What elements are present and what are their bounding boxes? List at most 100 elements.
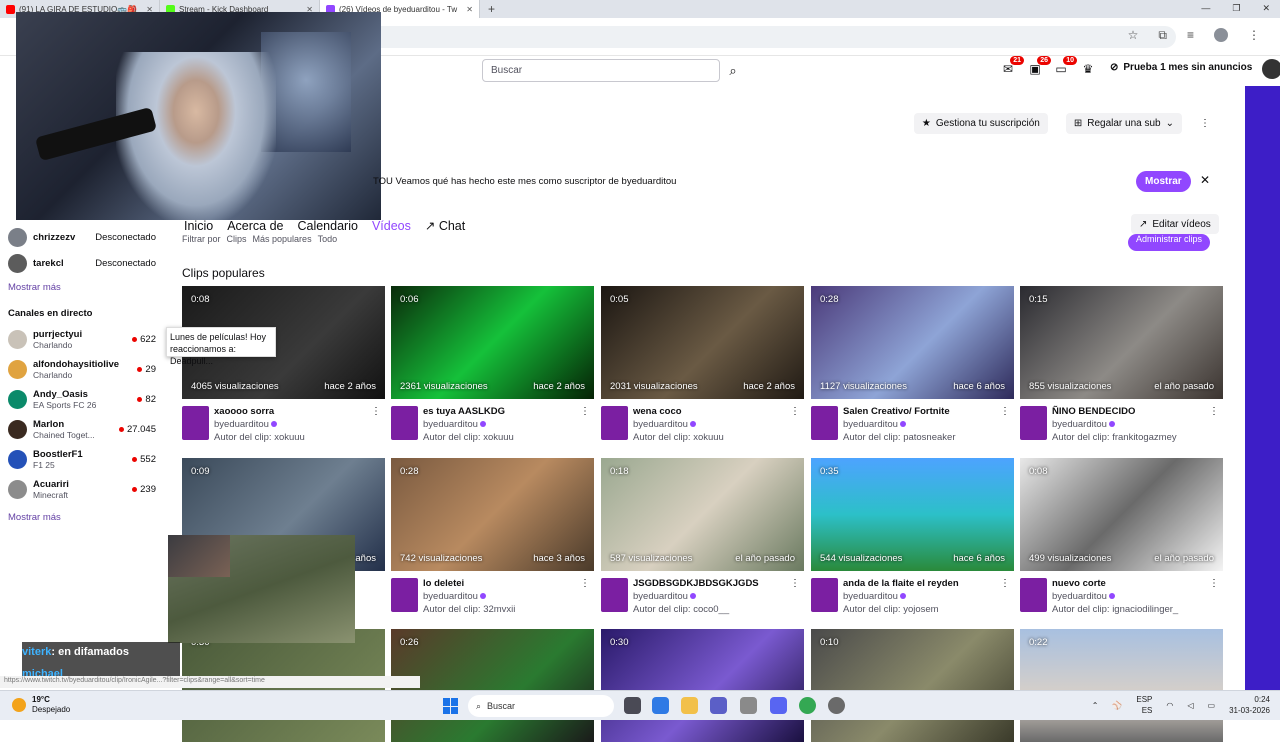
close-icon[interactable]: ✕ [1200,173,1210,187]
clip-card[interactable]: 0:28 1127 visualizaciones hace 6 años Salen… [811,286,1014,452]
tray-chevron-icon[interactable]: ⌃ [1092,701,1099,710]
clip-thumbnail[interactable]: 0:15 855 visualizaciones el año pasado [1020,286,1223,399]
edit-videos-button[interactable]: ↗ Editar vídeos [1131,214,1219,234]
more-options-icon[interactable]: ⋮ [1209,578,1219,589]
sidebar-live-channel[interactable]: purrjectyui Charlando 622 [8,329,156,350]
clip-title[interactable]: Salen Creativo/ Fortnite [843,406,950,417]
channel-avatar[interactable] [811,406,838,440]
clip-thumbnail[interactable]: 0:22 [1020,629,1223,742]
clip-card[interactable]: 0:10 [811,629,1014,742]
media-icon[interactable]: ≡ [1187,28,1194,43]
volume-icon[interactable]: ◁ [1187,701,1193,710]
gift-sub-button[interactable]: ⊞ Regalar una sub ⌄ [1065,113,1182,134]
minimize-icon[interactable]: — [1201,3,1210,14]
clip-thumbnail[interactable]: 0:30 [601,629,804,742]
clip-thumbnail[interactable]: 0:28 742 visualizaciones hace 3 años [391,458,594,571]
clip-channel[interactable]: byeduarditou [214,419,277,430]
more-options-icon[interactable]: ⋮ [1000,578,1010,589]
crown-icon[interactable]: ♛ [1080,62,1096,78]
tab-videos[interactable]: Vídeos [372,219,411,233]
tab-home[interactable]: Inicio [184,219,213,233]
task-view-icon[interactable] [624,697,641,714]
notifications-icon[interactable]: ▭ 10 [1053,56,1077,78]
menu-icon[interactable]: ⋮ [1248,28,1260,43]
clip-card[interactable]: 0:26 [391,629,594,742]
clip-channel[interactable]: byeduarditou [633,419,696,430]
whispers-icon[interactable]: ▣ 26 [1027,56,1051,78]
bookmark-star-icon[interactable]: ☆ [1128,28,1139,43]
clip-channel[interactable]: byeduarditou [633,591,696,602]
clip-channel[interactable]: byeduarditou [843,591,906,602]
sidebar-channel[interactable]: chrizzezv Desconectado [8,228,156,247]
more-options-icon[interactable]: ⋮ [1200,118,1210,129]
clip-thumbnail[interactable]: 0:26 [391,629,594,742]
clip-channel[interactable]: byeduarditou [1052,591,1115,602]
clip-channel[interactable]: byeduarditou [423,591,486,602]
sidebar-live-channel[interactable]: Andy_Oasis EA Sports FC 26 82 [8,389,156,410]
tab-chat[interactable]: ↗ Chat [425,218,465,233]
show-more-link[interactable]: Mostrar más [8,282,61,293]
taskbar-search[interactable]: ⌕ Buscar [468,695,614,717]
clip-card[interactable]: 0:30 [601,629,804,742]
clip-thumbnail[interactable]: 0:18 587 visualizaciones el año pasado [601,458,804,571]
prime-button[interactable]: ⊘ Prueba 1 mes sin anuncios [1110,62,1252,73]
sidebar-channel[interactable]: tarekcl Desconectado [8,254,156,273]
clip-thumbnail[interactable]: 0:35 544 visualizaciones hace 6 años [811,458,1014,571]
clip-channel[interactable]: byeduarditou [423,419,486,430]
clip-card[interactable]: 0:22 [1020,629,1223,742]
clip-card[interactable]: 0:06 2361 visualizaciones hace 2 años es tu… [391,286,594,452]
battery-icon[interactable]: ▭ [1208,701,1216,710]
channel-avatar[interactable] [391,578,418,612]
clip-card[interactable]: 0:08 499 visualizaciones el año pasado nuev… [1020,458,1223,624]
clip-title[interactable]: ÑINO BENDECIDO [1052,406,1135,417]
close-icon[interactable]: ✕ [466,5,473,14]
clip-thumbnail[interactable]: 0:06 2361 visualizaciones hace 2 años [391,286,594,399]
clip-title[interactable]: JSGDBSGDKJBDSGKJGDS [633,578,759,589]
channel-avatar[interactable] [601,578,628,612]
clip-title[interactable]: wena coco [633,406,682,417]
file-explorer-icon[interactable] [681,697,698,714]
channel-avatar[interactable] [601,406,628,440]
show-more-link[interactable]: Mostrar más [8,512,61,523]
channel-avatar[interactable] [811,578,838,612]
channel-avatar[interactable] [1020,406,1047,440]
channel-avatar[interactable] [1020,578,1047,612]
chrome-icon[interactable] [799,697,816,714]
clip-channel[interactable]: byeduarditou [1052,419,1115,430]
manage-subscription-button[interactable]: ★ Gestiona tu suscripción [913,113,1048,134]
profile-avatar[interactable] [1214,28,1228,42]
more-options-icon[interactable]: ⋮ [580,406,590,417]
more-options-icon[interactable]: ⋮ [371,406,381,417]
sort-dropdown[interactable]: Más populares [253,234,312,248]
weather-widget[interactable]: 19°C Despejado [12,695,70,715]
clip-title[interactable]: es tuya AASLKDG [423,406,505,417]
keyboard-language[interactable]: ESP ES [1136,694,1152,716]
show-recap-button[interactable]: Mostrar [1136,171,1191,192]
close-window-icon[interactable]: ✕ [1262,3,1270,14]
clip-thumbnail[interactable]: 0:10 [811,629,1014,742]
tab-about[interactable]: Acerca de [227,219,283,233]
search-input[interactable]: Buscar [482,59,720,82]
clip-card[interactable]: 0:18 587 visualizaciones el año pasado JSGD… [601,458,804,624]
tab-schedule[interactable]: Calendario [297,219,357,233]
more-options-icon[interactable]: ⋮ [790,578,800,589]
app-icon[interactable] [740,697,757,714]
obs-icon[interactable] [828,697,845,714]
clip-channel[interactable]: byeduarditou [843,419,906,430]
maximize-icon[interactable]: ❐ [1232,3,1240,14]
user-avatar[interactable] [1262,59,1280,79]
clip-card[interactable]: 0:28 742 visualizaciones hace 3 años lo del… [391,458,594,624]
clip-title[interactable]: lo deletei [423,578,464,589]
inbox-icon[interactable]: ✉ 21 [1000,56,1024,78]
clip-card[interactable]: 0:15 855 visualizaciones el año pasado ÑINO… [1020,286,1223,452]
clip-card[interactable]: 0:05 2031 visualizaciones hace 2 años wena … [601,286,804,452]
clip-thumbnail[interactable]: 0:08 499 visualizaciones el año pasado [1020,458,1223,571]
clip-card[interactable]: 0:35 544 visualizaciones hace 6 años anda d… [811,458,1014,624]
search-icon[interactable]: ⌕ [722,59,744,82]
extensions-icon[interactable]: ⧉ [1158,28,1167,43]
more-options-icon[interactable]: ⋮ [1209,406,1219,417]
sidebar-live-channel[interactable]: BoostlerF1 F1 25 552 [8,449,156,470]
filter-dropdown[interactable]: Clips [227,234,247,248]
clock[interactable]: 0:24 31-03-2026 [1229,694,1270,716]
windows-start-icon[interactable] [443,698,459,714]
